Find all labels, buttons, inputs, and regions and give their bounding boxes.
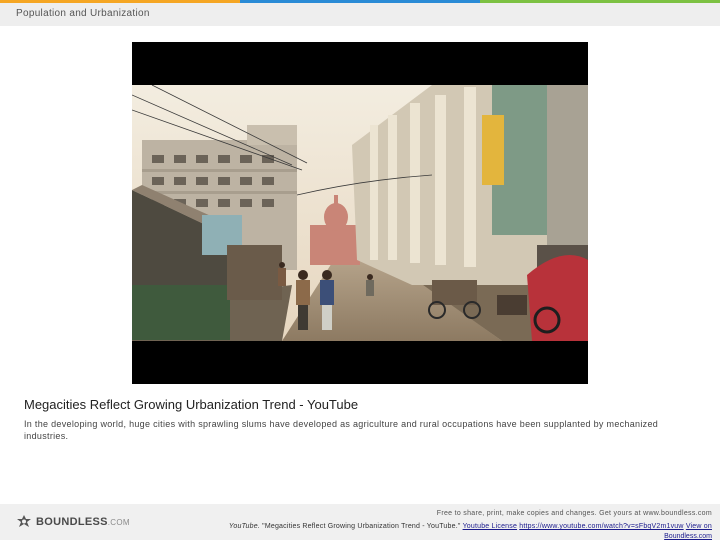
boundless-leaf-icon bbox=[17, 515, 31, 527]
view-on-link[interactable]: View on bbox=[686, 523, 712, 530]
source-site: YouTube. bbox=[228, 523, 260, 530]
video-frame-image bbox=[132, 85, 588, 341]
logo-text: BOUNDLESS bbox=[36, 516, 108, 528]
source-quote: "Megacities Reflect Growing Urbanization… bbox=[259, 523, 463, 530]
video-player[interactable] bbox=[132, 42, 588, 384]
slide-header: Population and Urbanization bbox=[0, 3, 720, 26]
footer: BOUNDLESS.COM Free to share, print, make… bbox=[0, 504, 720, 540]
logo-wordmark: BOUNDLESS.COM bbox=[36, 516, 130, 528]
attribution-line: YouTube. "Megacities Reflect Growing Urb… bbox=[229, 523, 712, 530]
boundless-site-link[interactable]: Boundless.com bbox=[664, 533, 712, 540]
logo-suffix: .COM bbox=[107, 518, 130, 527]
boundless-logo[interactable]: BOUNDLESS.COM bbox=[16, 514, 130, 530]
caption-title: Megacities Reflect Growing Urbanization … bbox=[24, 397, 359, 412]
attribution-line-2: Boundless.com bbox=[664, 533, 712, 540]
page-title: Population and Urbanization bbox=[16, 8, 150, 19]
caption-description: In the developing world, huge cities wit… bbox=[24, 419, 659, 441]
license-link[interactable]: Youtube License bbox=[463, 523, 518, 530]
license-note: Free to share, print, make copies and ch… bbox=[436, 510, 712, 517]
video-url-link[interactable]: https://www.youtube.com/watch?v=sFbqV2m1… bbox=[519, 523, 683, 530]
